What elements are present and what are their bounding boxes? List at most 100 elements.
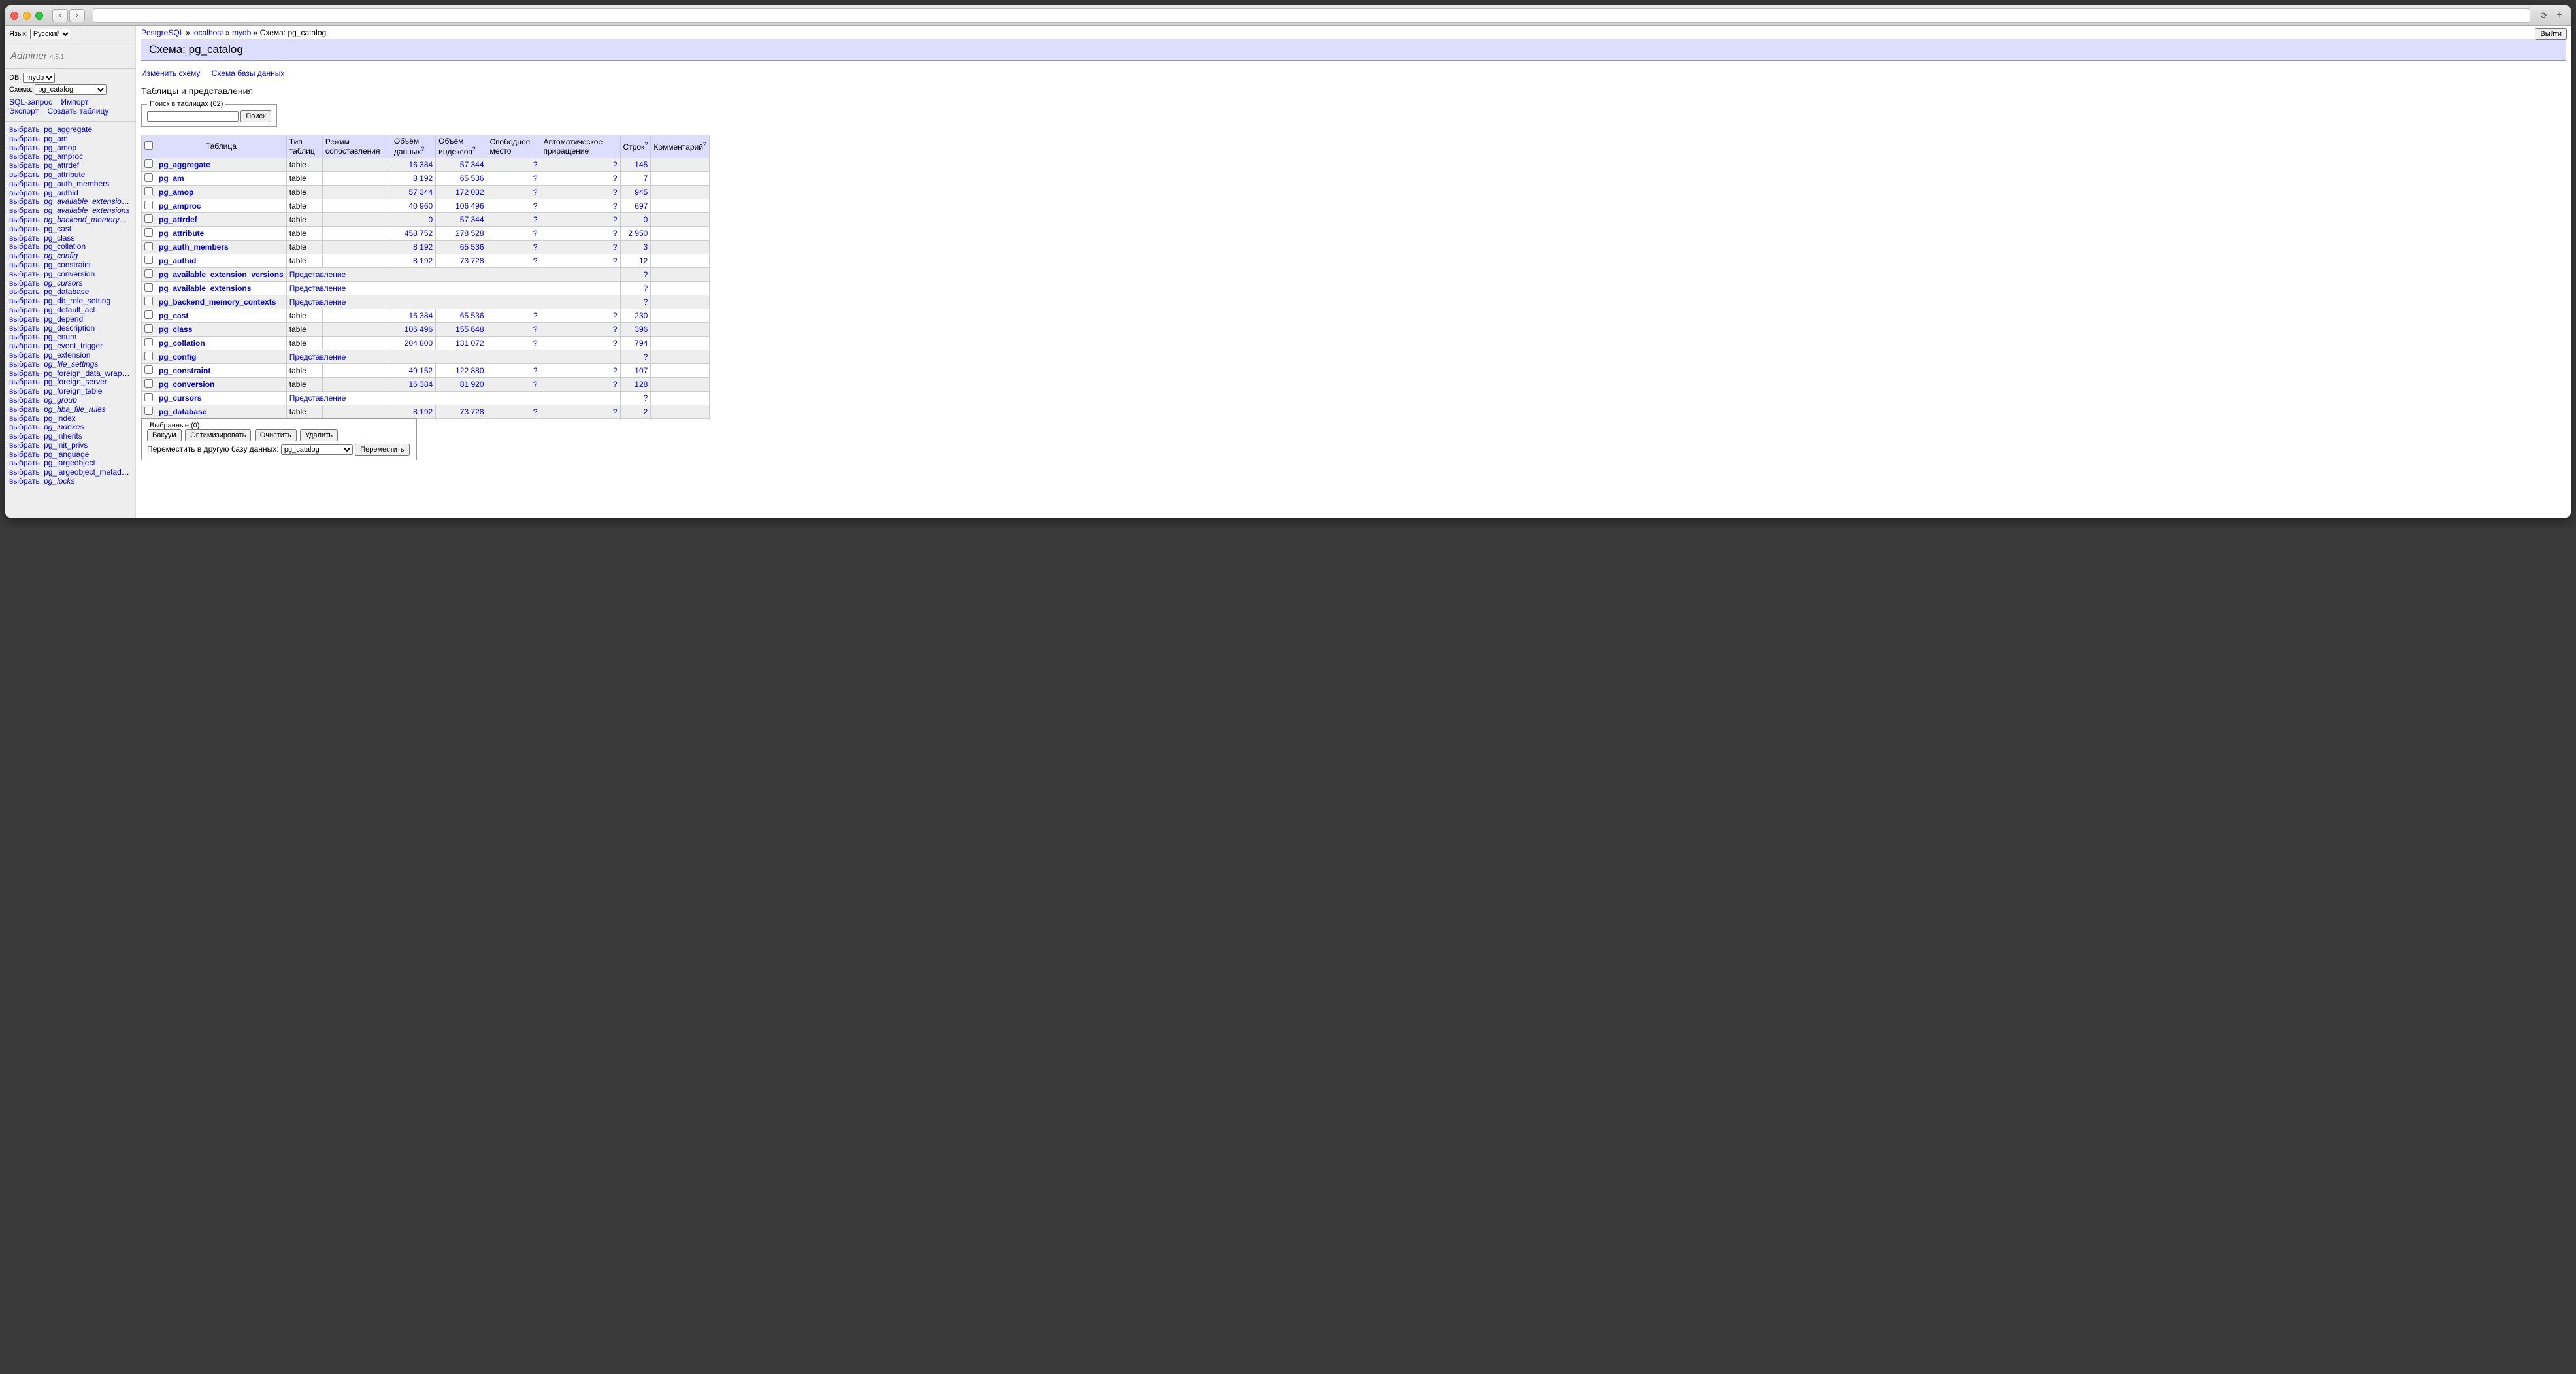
data-free-link[interactable]: ? — [533, 215, 538, 224]
select-link[interactable]: выбрать — [9, 161, 40, 170]
row-checkbox[interactable] — [144, 365, 153, 374]
select-link[interactable]: выбрать — [9, 387, 40, 395]
index-length-link[interactable]: 65 536 — [460, 243, 484, 252]
row-checkbox[interactable] — [144, 338, 153, 346]
breadcrumb-db[interactable]: mydb — [232, 28, 251, 37]
search-button[interactable] — [240, 110, 271, 122]
select-link[interactable]: выбрать — [9, 279, 40, 288]
row-checkbox[interactable] — [144, 324, 153, 333]
select-link[interactable]: выбрать — [9, 324, 40, 333]
select-link[interactable]: выбрать — [9, 351, 40, 360]
auto-incr-link[interactable]: ? — [613, 188, 618, 197]
data-free-link[interactable]: ? — [533, 256, 538, 265]
row-checkbox[interactable] — [144, 242, 153, 250]
table-link[interactable]: pg_default_acl — [44, 306, 95, 314]
select-link[interactable]: выбрать — [9, 477, 40, 486]
table-link[interactable]: pg_locks — [44, 477, 74, 486]
select-link[interactable]: выбрать — [9, 135, 40, 143]
table-link[interactable]: pg_collation — [44, 243, 86, 251]
create-table-link[interactable]: Создать таблицу — [47, 107, 108, 116]
table-name-link[interactable]: pg_amproc — [159, 201, 201, 210]
table-link[interactable]: pg_auth_members — [44, 180, 109, 188]
auto-incr-link[interactable]: ? — [613, 380, 618, 389]
move-button[interactable] — [355, 444, 409, 456]
breadcrumb-driver[interactable]: PostgreSQL — [141, 28, 184, 37]
language-select[interactable]: Русский — [30, 29, 71, 39]
table-link[interactable]: pg_available_extension_versions — [44, 197, 131, 206]
url-bar[interactable] — [93, 8, 2530, 23]
table-link[interactable]: pg_foreign_server — [44, 378, 107, 386]
rows-link[interactable]: ? — [644, 297, 648, 307]
select-link[interactable]: выбрать — [9, 197, 40, 206]
select-link[interactable]: выбрать — [9, 152, 40, 161]
nav-back-button[interactable]: ‹ — [52, 9, 68, 22]
rows-link[interactable]: 697 — [635, 201, 648, 210]
table-name-link[interactable]: pg_cast — [159, 311, 188, 320]
table-name-link[interactable]: pg_attribute — [159, 229, 204, 238]
table-link[interactable]: pg_backend_memory_contexts — [44, 216, 131, 224]
rows-link[interactable]: ? — [644, 394, 648, 403]
rows-link[interactable]: 145 — [635, 160, 648, 169]
index-length-link[interactable]: 155 648 — [455, 325, 484, 334]
drop-button[interactable] — [300, 429, 338, 441]
reload-icon[interactable]: ⟳ — [2538, 10, 2550, 22]
row-checkbox[interactable] — [144, 297, 153, 305]
select-link[interactable]: выбрать — [9, 297, 40, 305]
table-link[interactable]: pg_attribute — [44, 171, 85, 179]
auto-incr-link[interactable]: ? — [613, 366, 618, 375]
table-link[interactable]: pg_foreign_table — [44, 387, 102, 395]
data-free-link[interactable]: ? — [533, 407, 538, 416]
table-link[interactable]: pg_group — [44, 396, 77, 405]
table-link[interactable]: pg_foreign_data_wrapper — [44, 369, 131, 378]
auto-incr-link[interactable]: ? — [613, 339, 618, 348]
select-link[interactable]: выбрать — [9, 459, 40, 467]
index-length-link[interactable]: 57 344 — [460, 215, 484, 224]
sql-link[interactable]: SQL-запрос — [9, 97, 52, 107]
table-link[interactable]: pg_conversion — [44, 270, 95, 278]
index-length-link[interactable]: 278 528 — [455, 229, 484, 238]
table-link[interactable]: pg_constraint — [44, 261, 91, 269]
rows-link[interactable]: 396 — [635, 325, 648, 334]
table-link[interactable]: pg_language — [44, 450, 89, 459]
auto-incr-link[interactable]: ? — [613, 160, 618, 169]
data-free-link[interactable]: ? — [533, 229, 538, 238]
table-name-link[interactable]: pg_conversion — [159, 380, 214, 389]
auto-incr-link[interactable]: ? — [613, 243, 618, 252]
select-link[interactable]: выбрать — [9, 261, 40, 269]
index-length-link[interactable]: 65 536 — [460, 174, 484, 183]
row-checkbox[interactable] — [144, 407, 153, 415]
table-link[interactable]: pg_db_role_setting — [44, 297, 110, 305]
row-checkbox[interactable] — [144, 214, 153, 223]
select-link[interactable]: выбрать — [9, 234, 40, 243]
table-link[interactable]: pg_attrdef — [44, 161, 79, 170]
index-length-link[interactable]: 172 032 — [455, 188, 484, 197]
select-link[interactable]: выбрать — [9, 252, 40, 260]
table-name-link[interactable]: pg_backend_memory_contexts — [159, 297, 276, 307]
data-length-link[interactable]: 458 752 — [405, 229, 433, 238]
index-length-link[interactable]: 65 536 — [460, 311, 484, 320]
auto-incr-link[interactable]: ? — [613, 229, 618, 238]
data-length-link[interactable]: 16 384 — [408, 160, 433, 169]
data-length-link[interactable]: 8 192 — [413, 407, 433, 416]
table-name-link[interactable]: pg_am — [159, 174, 184, 183]
table-link[interactable]: pg_cursors — [44, 279, 82, 288]
data-length-link[interactable]: 8 192 — [413, 174, 433, 183]
data-free-link[interactable]: ? — [533, 325, 538, 334]
select-link[interactable]: выбрать — [9, 441, 40, 450]
data-length-link[interactable]: 16 384 — [408, 311, 433, 320]
rows-link[interactable]: 0 — [644, 215, 648, 224]
table-name-link[interactable]: pg_database — [159, 407, 206, 416]
move-target-select[interactable]: pg_catalog — [281, 444, 353, 455]
auto-incr-link[interactable]: ? — [613, 174, 618, 183]
table-link[interactable]: pg_amproc — [44, 152, 83, 161]
select-link[interactable]: выбрать — [9, 378, 40, 386]
truncate-button[interactable] — [255, 429, 297, 441]
table-link[interactable]: pg_largeobject — [44, 459, 95, 467]
table-link[interactable]: pg_description — [44, 324, 95, 333]
table-link[interactable]: pg_cast — [44, 225, 71, 233]
data-length-link[interactable]: 40 960 — [408, 201, 433, 210]
select-link[interactable]: выбрать — [9, 432, 40, 441]
rows-link[interactable]: 230 — [635, 311, 648, 320]
table-link[interactable]: pg_index — [44, 414, 76, 423]
table-link[interactable]: pg_amop — [44, 144, 76, 152]
